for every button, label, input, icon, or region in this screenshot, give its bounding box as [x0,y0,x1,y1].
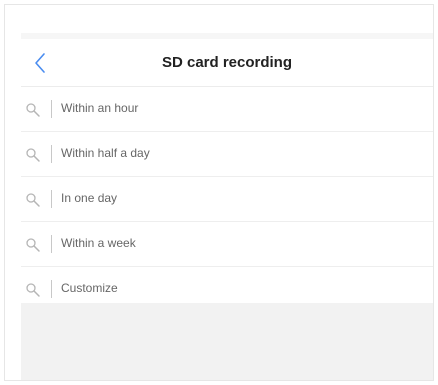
search-icon [26,148,40,162]
option-label: Customize [61,281,118,295]
item-divider [51,235,52,253]
search-icon [26,103,40,117]
option-in-one-day[interactable]: In one day [21,177,433,222]
item-divider [51,280,52,298]
search-icon [26,193,40,207]
item-divider [51,145,52,163]
option-within-half-a-day[interactable]: Within half a day [21,132,433,177]
time-range-list: Within an hour Within half a day In one … [21,87,433,312]
option-within-an-hour[interactable]: Within an hour [21,87,433,132]
item-divider [51,100,52,118]
screenshot-frame: SD card recording Within an hour Within … [4,4,434,381]
option-label: In one day [61,191,118,205]
empty-content-area [21,303,433,380]
item-divider [51,190,52,208]
page-title: SD card recording [161,54,293,71]
header-bar: SD card recording [21,39,433,87]
option-label: Within a week [61,236,136,250]
search-icon [26,238,40,252]
option-label: Within half a day [61,146,150,160]
app-screen: SD card recording Within an hour Within … [21,33,433,380]
search-icon [26,283,40,297]
option-within-a-week[interactable]: Within a week [21,222,433,267]
option-label: Within an hour [61,101,139,115]
